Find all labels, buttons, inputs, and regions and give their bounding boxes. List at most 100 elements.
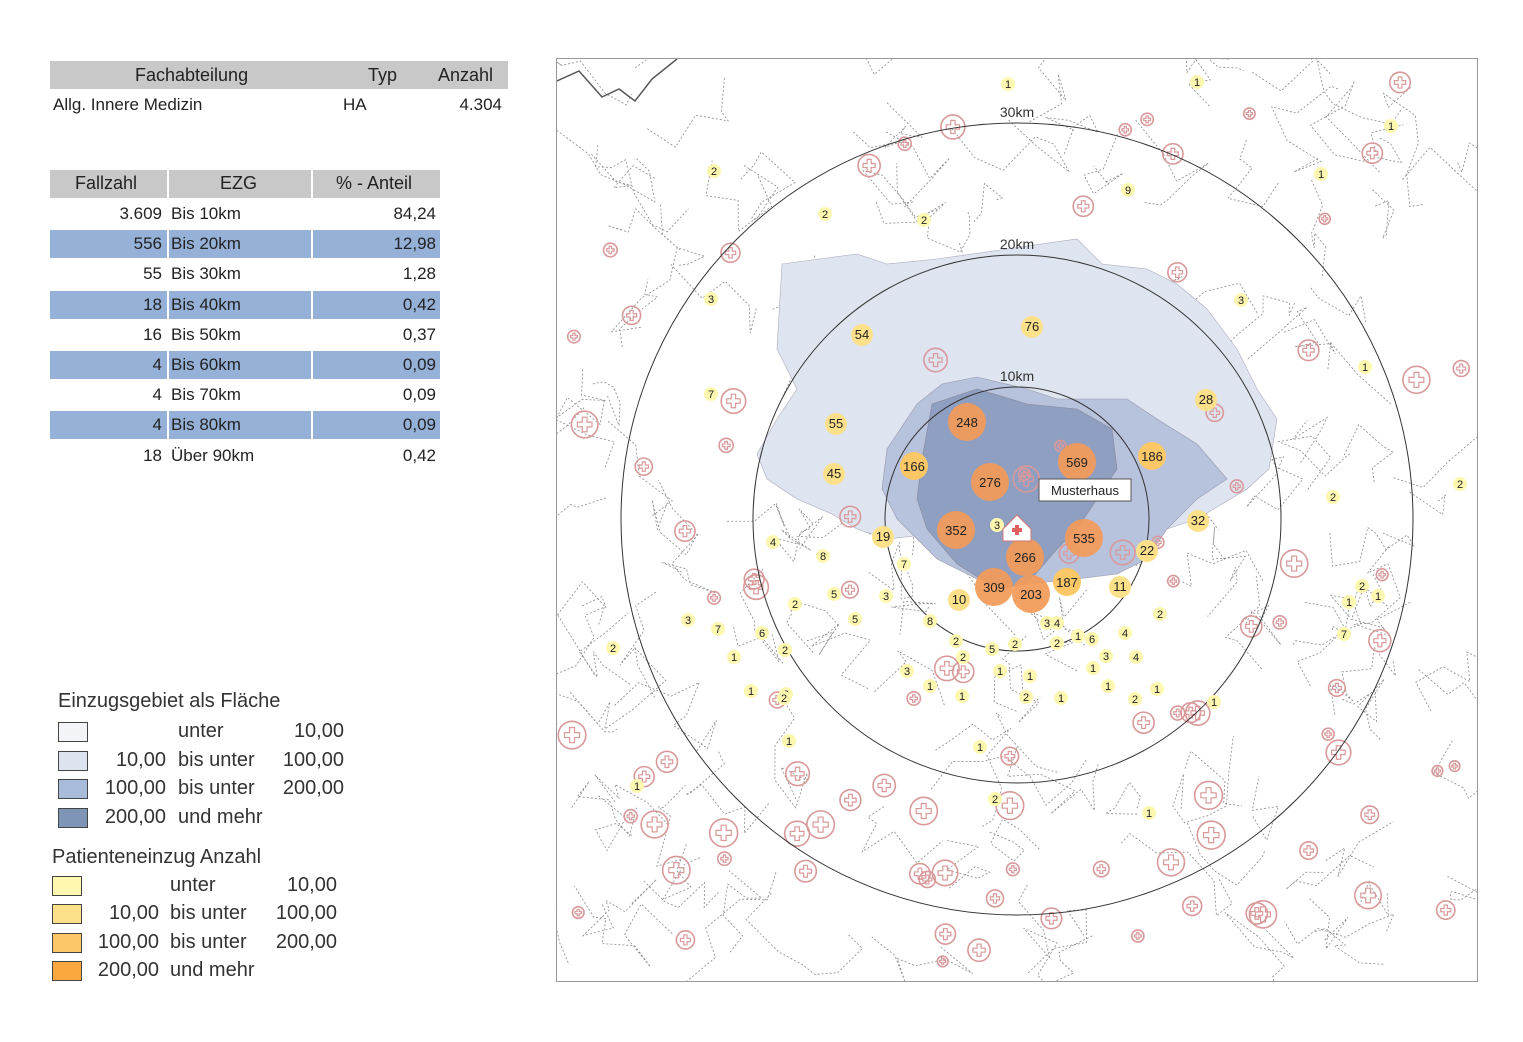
- legend-from: 100,00: [97, 930, 159, 953]
- ezg-share: 0,42: [402, 445, 436, 465]
- legend-swatch: [58, 779, 88, 799]
- patient-marker-label: 5: [831, 589, 837, 601]
- legend-word: bis unter: [170, 902, 247, 925]
- header-typ: Typ: [368, 65, 398, 85]
- patient-marker-label: 22: [1140, 543, 1154, 558]
- patient-marker-label: 3: [883, 591, 889, 603]
- patient-marker-label: 1: [1388, 121, 1394, 133]
- patient-marker-label: 1: [1346, 597, 1352, 609]
- department-table-header: Fachabteilung Typ Anzahl: [50, 61, 508, 89]
- patient-marker-label: 6: [759, 628, 765, 640]
- ring-label: 30km: [1000, 104, 1034, 120]
- patient-marker-label: 8: [820, 551, 826, 563]
- patient-marker-label: 2: [1359, 581, 1365, 593]
- patient-marker-label: 3: [1103, 651, 1109, 663]
- hospital-label: Musterhaus: [1051, 483, 1119, 498]
- patient-marker-label: 3: [708, 294, 714, 306]
- patient-marker-label: 3: [994, 520, 1000, 532]
- header-fachabteilung: Fachabteilung: [135, 65, 249, 85]
- patient-marker-label: 1: [748, 686, 754, 698]
- legend-to: 10,00: [293, 720, 344, 742]
- legend-from: 10,00: [115, 748, 166, 771]
- ezg-count: 16: [143, 324, 162, 344]
- legend-swatch: [52, 932, 82, 953]
- header-fallzahl: Fallzahl: [75, 173, 138, 193]
- patient-marker-label: 1: [997, 666, 1003, 678]
- patient-marker-label: 6: [1089, 634, 1095, 646]
- patient-marker-label: 7: [715, 624, 721, 636]
- patient-marker-label: 3: [1238, 295, 1244, 307]
- ezg-zone: Bis 10km: [171, 204, 241, 223]
- patient-marker-label: 32: [1191, 513, 1205, 528]
- patient-marker-label: 1: [977, 742, 983, 754]
- catchment-map[interactable]: 10km 20km 30km 248 569 276 352 535 266 309 203 166 1…: [556, 58, 1478, 982]
- patient-marker-label: 1: [1318, 169, 1324, 181]
- patient-marker-label: 1: [927, 681, 933, 693]
- patient-marker-label: 3: [1044, 618, 1050, 630]
- ezg-zone: Bis 40km: [171, 294, 241, 314]
- legend-from: 200,00: [97, 958, 159, 981]
- patient-marker-label: 535: [1073, 531, 1095, 546]
- legend-item: 200,00 und mehr: [52, 959, 352, 983]
- patient-marker-label: 7: [1341, 629, 1347, 641]
- ezg-share: 0,42: [402, 294, 436, 314]
- patient-marker-label: 4: [1054, 618, 1060, 630]
- legend-word: unter: [170, 874, 216, 896]
- ezg-share: 0,09: [402, 355, 436, 374]
- patient-marker-label: 1: [1075, 631, 1081, 643]
- patient-marker-label: 248: [956, 415, 978, 430]
- patient-marker-label: 187: [1056, 575, 1078, 590]
- patient-marker-label: 2: [1457, 479, 1463, 491]
- patient-marker-label: 7: [708, 389, 714, 401]
- legend-swatch: [58, 722, 88, 742]
- legend-item: 100,00 bis unter 200,00: [58, 777, 358, 801]
- patient-marker-label: 1: [1194, 77, 1200, 89]
- ezg-row: 556 Bis 20km 12,98: [50, 230, 440, 259]
- patient-marker-label: 309: [983, 580, 1005, 595]
- patient-marker-label: 2: [992, 794, 998, 806]
- legend-item: 100,00 bis unter 200,00: [52, 931, 352, 955]
- patient-marker-label: 1: [634, 781, 640, 793]
- legend-swatch: [52, 876, 82, 896]
- patient-marker-label: 11: [1113, 579, 1127, 594]
- legend-item: 200,00 und mehr: [58, 806, 358, 830]
- patient-marker-label: 1: [1090, 663, 1096, 675]
- ezg-share: 12,98: [393, 234, 436, 254]
- ezg-share: 0,37: [402, 324, 436, 344]
- legend-from: 200,00: [104, 805, 166, 828]
- ezg-count: 4: [152, 385, 162, 405]
- patient-marker-label: 8: [927, 616, 933, 628]
- legend-item: 10,00 bis unter 100,00: [58, 749, 358, 773]
- patient-marker-label: 4: [770, 537, 776, 549]
- patient-marker-label: 2: [822, 209, 828, 221]
- ezg-row: 18 Bis 40km 0,42: [50, 290, 440, 319]
- header-ezg: EZG: [220, 173, 258, 193]
- map-canvas[interactable]: 10km20km30km248569276352535266309 2031661…: [557, 59, 1477, 981]
- header-anteil: % - Anteil: [336, 173, 413, 193]
- patient-marker-label: 3: [685, 615, 691, 627]
- legend-word: und mehr: [170, 958, 255, 981]
- legend-word: unter: [178, 720, 224, 742]
- ezg-share: 0,09: [402, 415, 436, 435]
- patient-marker-label: 2: [711, 166, 717, 178]
- patient-marker-label: 569: [1066, 455, 1088, 470]
- patient-marker-label: 1: [1375, 591, 1381, 603]
- patient-marker-label: 2: [610, 643, 616, 655]
- ezg-zone: Bis 70km: [171, 385, 241, 405]
- legend-patients-title: Patienteneinzug Anzahl: [52, 846, 262, 868]
- patient-marker-label: 1: [959, 691, 965, 703]
- ezg-count: 4: [152, 415, 162, 435]
- legend-swatch: [58, 750, 88, 771]
- legend-item: unter 10,00: [58, 720, 358, 744]
- ezg-table-header: Fallzahl EZG % - Anteil: [50, 170, 440, 198]
- patient-marker-label: 5: [989, 644, 995, 656]
- legend-from: 10,00: [108, 902, 159, 925]
- legend-area-title: Einzugsgebiet als Fläche: [58, 690, 281, 712]
- patient-marker-label: 186: [1141, 449, 1163, 464]
- patient-marker-label: 4: [1122, 628, 1128, 640]
- patient-marker-label: 54: [855, 327, 869, 342]
- patient-marker-label: 2: [1157, 609, 1163, 621]
- patient-marker-label: 7: [901, 559, 907, 571]
- header-anzahl: Anzahl: [438, 65, 494, 85]
- patient-marker-label: 1: [786, 736, 792, 748]
